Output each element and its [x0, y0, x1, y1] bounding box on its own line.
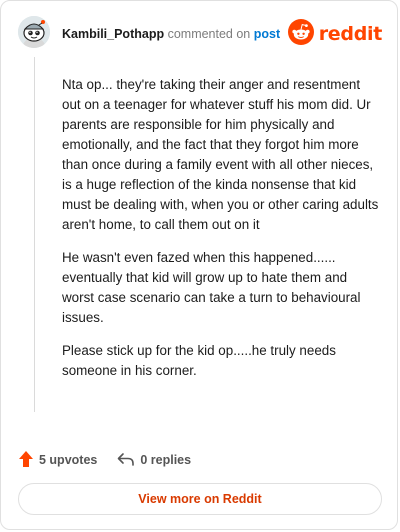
- reddit-brand[interactable]: reddit: [287, 18, 383, 50]
- reply-button[interactable]: 0 replies: [117, 451, 191, 470]
- comment-meta: Kambili_Pothapp commented on post: [62, 26, 280, 42]
- comment-actions: 5 upvotes 0 replies: [18, 450, 211, 471]
- post-link[interactable]: post: [254, 27, 280, 41]
- commented-on-label: commented on: [167, 27, 251, 41]
- comment-body: Nta op... they're taking their anger and…: [62, 75, 380, 394]
- reply-count: 0 replies: [140, 453, 192, 467]
- upvote-button[interactable]: 5 upvotes: [18, 450, 97, 471]
- comment-header: Kambili_Pothapp commented on post reddit: [1, 1, 397, 67]
- comment-paragraph-1: Nta op... they're taking their anger and…: [62, 77, 379, 232]
- snoo-avatar-icon[interactable]: [18, 16, 50, 48]
- reply-arrow-icon: [117, 451, 140, 470]
- upvote-count: 5 upvotes: [39, 453, 98, 467]
- view-more-on-reddit-button[interactable]: View more on Reddit: [18, 483, 382, 515]
- comment-embed-card: Kambili_Pothapp commented on post reddit: [0, 0, 398, 530]
- upvote-arrow-icon: [18, 450, 39, 471]
- username[interactable]: Kambili_Pothapp: [62, 27, 164, 41]
- thread-line[interactable]: [34, 57, 35, 412]
- comment-paragraph-2: He wasn't even fazed when this happened.…: [62, 250, 361, 325]
- reddit-logo-icon: [287, 18, 314, 50]
- comment-paragraph-3: Please stick up for the kid op.....he tr…: [62, 343, 336, 378]
- reddit-wordmark: reddit: [318, 23, 383, 45]
